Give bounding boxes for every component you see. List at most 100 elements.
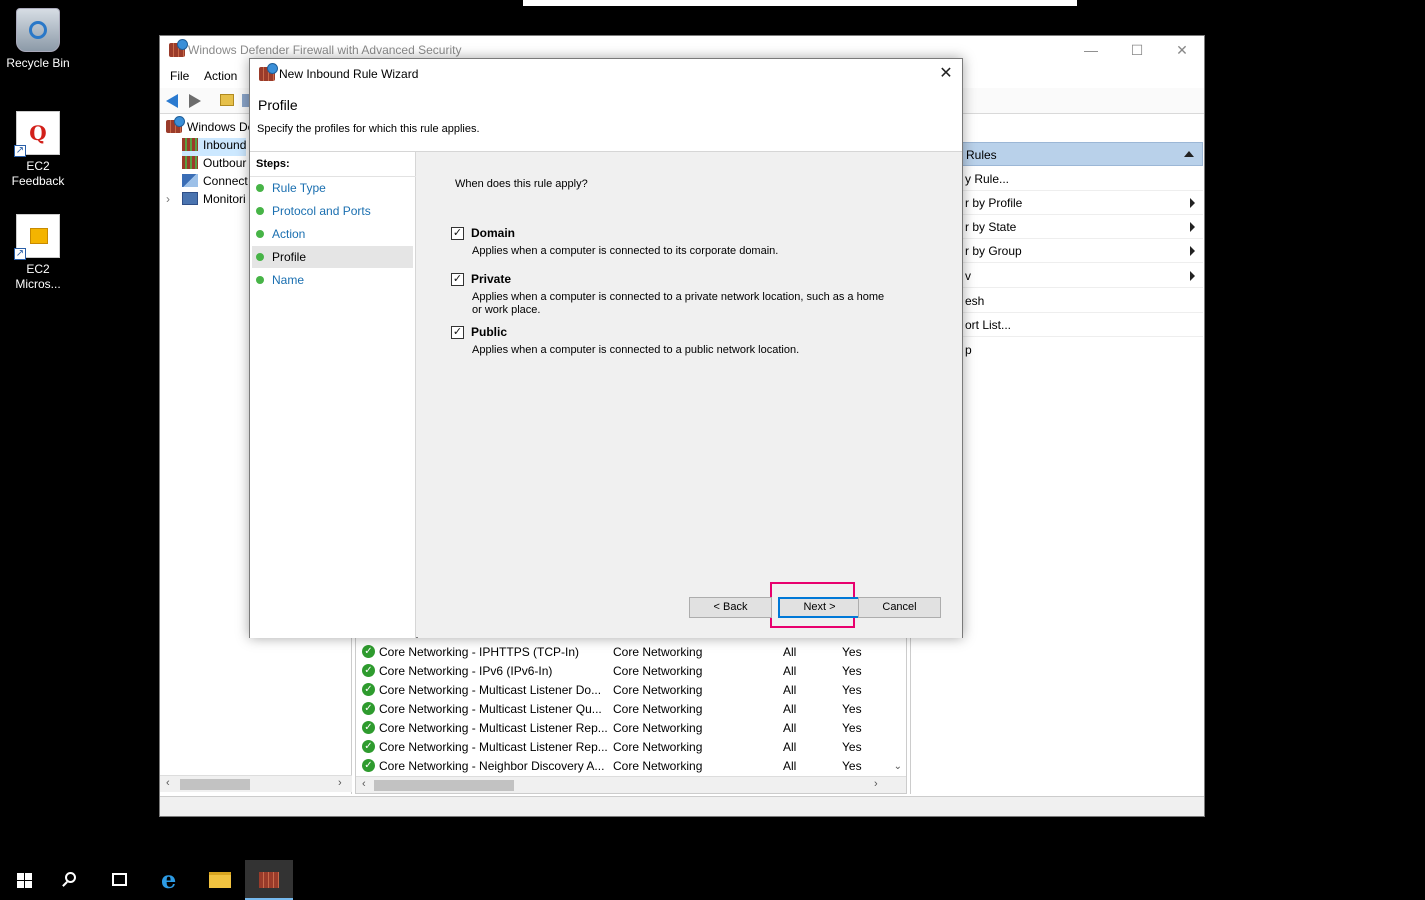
start-icon: [17, 873, 32, 888]
action-label: v: [965, 269, 971, 283]
tree-item-connection[interactable]: Connect: [182, 174, 248, 192]
step-profile[interactable]: Profile: [252, 246, 413, 268]
tree-item-label: Inbound: [203, 138, 247, 152]
task-view-icon: [112, 873, 127, 886]
table-row[interactable]: ✓ Core Networking - Neighbor Discovery A.…: [362, 757, 882, 776]
chevron-right-icon[interactable]: ›: [166, 192, 170, 206]
ec2-micros-label: EC2 Micros...: [15, 262, 61, 291]
rule-name: Core Networking - IPv6 (IPv6-In): [379, 664, 553, 678]
rule-name: Core Networking - Multicast Listener Rep…: [379, 740, 608, 754]
file-explorer-icon: [209, 872, 231, 888]
wizard-content: When does this rule apply? ✓ Domain Appl…: [418, 152, 962, 638]
tree-horizontal-scrollbar[interactable]: ‹ ›: [160, 775, 352, 792]
search-button[interactable]: [48, 860, 96, 900]
rule-enabled: Yes: [842, 721, 862, 735]
close-icon[interactable]: ✕: [930, 59, 962, 89]
tree-item-monitoring[interactable]: › Monitori: [166, 192, 246, 210]
tree-item-inbound[interactable]: Inbound: [182, 138, 247, 156]
ec2-feedback-desktop-icon[interactable]: Q ↗ EC2 Feedback: [0, 111, 76, 189]
tree-item-label: Connect: [203, 174, 248, 188]
step-action[interactable]: Action: [252, 223, 413, 245]
private-checkbox[interactable]: ✓: [451, 273, 464, 286]
top-bar: [523, 0, 1077, 6]
menu-file[interactable]: File: [170, 69, 189, 83]
enabled-check-icon: ✓: [362, 664, 375, 677]
rule-enabled: Yes: [842, 645, 862, 659]
step-name[interactable]: Name: [252, 269, 413, 291]
rule-profile: All: [783, 721, 797, 735]
step-rule-type[interactable]: Rule Type: [252, 177, 413, 199]
ec2-micros-desktop-icon[interactable]: ↗ EC2 Micros...: [0, 214, 76, 292]
scroll-thumb[interactable]: [374, 780, 514, 791]
internet-explorer-button[interactable]: e: [148, 860, 196, 900]
public-checkbox[interactable]: ✓: [451, 326, 464, 339]
scroll-right-icon[interactable]: ›: [874, 778, 878, 790]
step-protocol-ports[interactable]: Protocol and Ports: [252, 200, 413, 222]
table-row[interactable]: ✓ Core Networking - Multicast Listener Qu…: [362, 700, 882, 719]
scroll-down-icon[interactable]: ⌄: [894, 761, 902, 772]
table-row[interactable]: ✓ Core Networking - Multicast Listener Re…: [362, 738, 882, 757]
task-view-button[interactable]: [96, 860, 144, 900]
option-label[interactable]: Private: [471, 272, 511, 286]
ec2-feedback-label: EC2 Feedback: [11, 159, 65, 188]
option-label[interactable]: Domain: [471, 226, 515, 240]
maximize-button[interactable]: ☐: [1114, 36, 1160, 64]
tree-item-label: Outbour: [203, 156, 247, 170]
scroll-thumb[interactable]: [180, 779, 250, 790]
tree-item-outbound[interactable]: Outbour: [182, 156, 246, 174]
rule-group: Core Networking: [613, 740, 703, 754]
menu-action[interactable]: Action: [204, 69, 237, 83]
rule-group: Core Networking: [613, 645, 703, 659]
table-row[interactable]: ✓ Core Networking - IPHTTPS (TCP-In) Core …: [362, 643, 882, 662]
action-label: r by Group: [965, 244, 1022, 258]
submenu-arrow-icon: [1190, 246, 1195, 256]
back-button[interactable]: < Back: [689, 597, 772, 618]
scroll-left-icon[interactable]: ‹: [166, 777, 170, 789]
start-button[interactable]: [0, 860, 48, 900]
option-label[interactable]: Public: [471, 325, 507, 339]
search-icon: [65, 872, 76, 883]
rule-group: Core Networking: [613, 702, 703, 716]
minimize-button[interactable]: —: [1068, 36, 1114, 64]
wizard-title: New Inbound Rule Wizard: [279, 67, 419, 81]
domain-checkbox[interactable]: ✓: [451, 227, 464, 240]
steps-header: Steps:: [256, 158, 290, 170]
tree-item-root[interactable]: Windows De: [166, 116, 255, 138]
action-label: y Rule...: [965, 172, 1010, 186]
rule-profile: All: [783, 664, 797, 678]
next-button[interactable]: Next >: [778, 597, 861, 618]
scroll-right-icon[interactable]: ›: [338, 777, 342, 789]
table-row[interactable]: ✓ Core Networking - Multicast Listener Re…: [362, 719, 882, 738]
step-label: Action: [272, 227, 306, 241]
step-dot-icon: [256, 253, 264, 261]
taskbar: e: [0, 860, 1425, 900]
rules-list: ✓ Core Networking - IPHTTPS (TCP-In) Core …: [355, 636, 907, 794]
file-explorer-button[interactable]: [196, 860, 244, 900]
action-label: r by Profile: [965, 196, 1023, 210]
enabled-check-icon: ✓: [362, 759, 375, 772]
rule-group: Core Networking: [613, 721, 703, 735]
step-dot-icon: [256, 184, 264, 192]
rule-enabled: Yes: [842, 740, 862, 754]
rule-group: Core Networking: [613, 664, 703, 678]
list-horizontal-scrollbar[interactable]: ‹ ›: [356, 776, 906, 793]
cancel-button[interactable]: Cancel: [858, 597, 941, 618]
action-label: esh: [965, 294, 985, 308]
outbound-rules-icon: [182, 156, 198, 169]
tree-item-label: Windows De: [187, 120, 255, 134]
firewall-app-button[interactable]: [245, 860, 293, 900]
close-button[interactable]: ✕: [1159, 36, 1205, 64]
internet-explorer-icon: e: [161, 865, 177, 894]
scroll-left-icon[interactable]: ‹: [362, 778, 366, 790]
action-label: p: [965, 343, 972, 357]
rule-profile: All: [783, 683, 797, 697]
rule-name: Core Networking - Multicast Listener Qu.…: [379, 702, 602, 716]
table-row[interactable]: ✓ Core Networking - IPv6 (IPv6-In) Core Ne…: [362, 662, 882, 681]
forward-arrow-icon[interactable]: [189, 94, 201, 108]
back-arrow-icon[interactable]: [166, 94, 178, 108]
wizard-titlebar: New Inbound Rule Wizard ✕: [250, 59, 962, 89]
steps-panel: Steps: Rule Type Protocol and Ports Acti…: [250, 152, 416, 638]
table-row[interactable]: ✓ Core Networking - Multicast Listener Do…: [362, 681, 882, 700]
recycle-bin-desktop-icon[interactable]: Recycle Bin: [0, 8, 76, 71]
up-folder-icon[interactable]: [220, 94, 234, 106]
